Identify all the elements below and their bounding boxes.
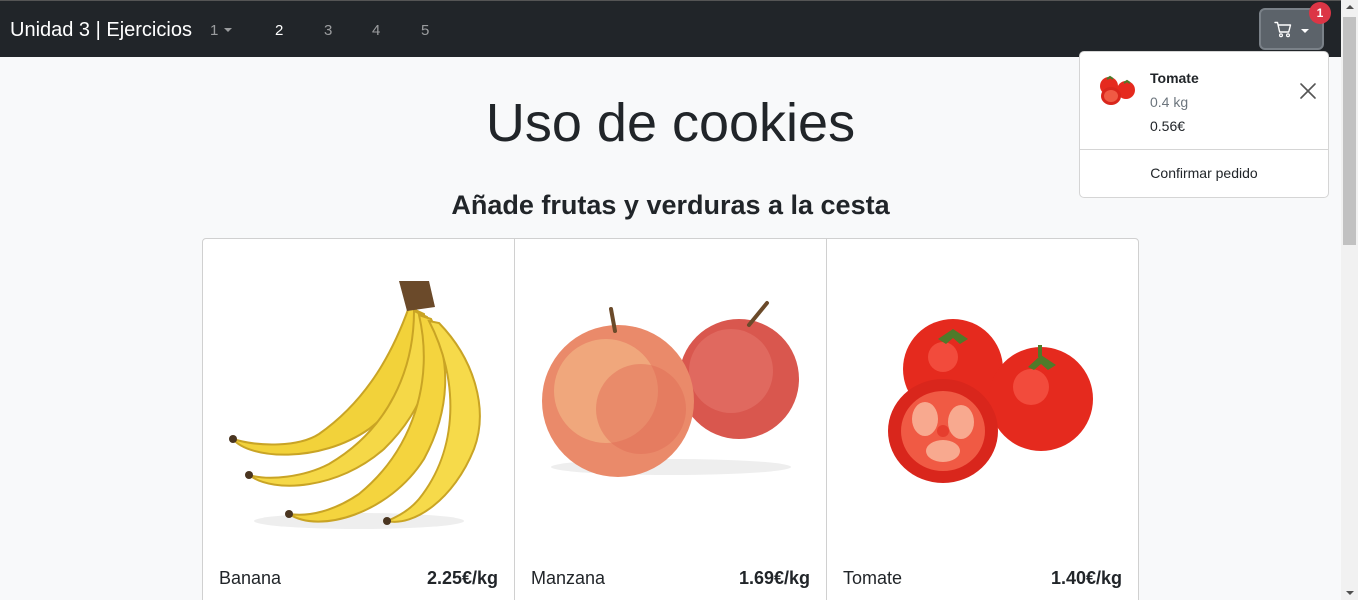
chevron-down-icon [224, 28, 233, 32]
apple-image [542, 301, 799, 477]
product-name: Manzana [531, 568, 606, 588]
product-price: 1.40€/kg [1050, 568, 1122, 588]
tomato-image [888, 319, 1093, 483]
tomato-thumbnail [1100, 75, 1135, 105]
product-card-banana[interactable]: Banana 2.25€/kg [203, 239, 515, 600]
navbar-brand[interactable]: Unidad 3 | Ejercicios [10, 19, 192, 42]
nav-link-1-dropdown[interactable]: 1 [210, 22, 233, 39]
navbar: Unidad 3 | Ejercicios 1 2 3 4 5 1 [0, 0, 1341, 57]
chevron-down-icon [1301, 29, 1309, 33]
nav-link-2[interactable]: 2 [275, 22, 283, 39]
product-price: 1.69€/kg [738, 568, 810, 588]
cart-item-quantity: 0.4 kg [1150, 94, 1189, 110]
product-card-manzana[interactable]: Manzana 1.69€/kg [515, 239, 827, 600]
product-grid: Banana 2.25€/kg Manzana 1.69€/kg Tomate … [202, 238, 1139, 600]
product-name: Tomate [843, 568, 903, 588]
cart-dropdown-menu: Tomate 0.4 kg 0.56€ Confirmar pedido [1079, 51, 1329, 198]
product-name: Banana [219, 568, 282, 588]
banana-image [229, 281, 481, 529]
close-icon[interactable] [1299, 82, 1317, 100]
scroll-down-icon[interactable] [1346, 591, 1354, 595]
scroll-up-icon[interactable] [1346, 5, 1354, 9]
vertical-scrollbar[interactable] [1341, 0, 1358, 600]
product-price: 2.25€/kg [426, 568, 498, 588]
cart-item-total: 0.56€ [1150, 118, 1186, 134]
confirm-order-button[interactable]: Confirmar pedido [1080, 165, 1328, 181]
cart-icon [1274, 21, 1292, 38]
nav-link-3[interactable]: 3 [324, 22, 332, 39]
nav-link-4[interactable]: 4 [372, 22, 380, 39]
dropdown-divider [1080, 149, 1328, 150]
scrollbar-thumb[interactable] [1343, 17, 1356, 245]
product-card-tomate[interactable]: Tomate 1.40€/kg [827, 239, 1138, 600]
nav-link-5[interactable]: 5 [421, 22, 429, 39]
cart-count-badge: 1 [1309, 2, 1331, 24]
cart-item-name: Tomate [1150, 70, 1199, 86]
